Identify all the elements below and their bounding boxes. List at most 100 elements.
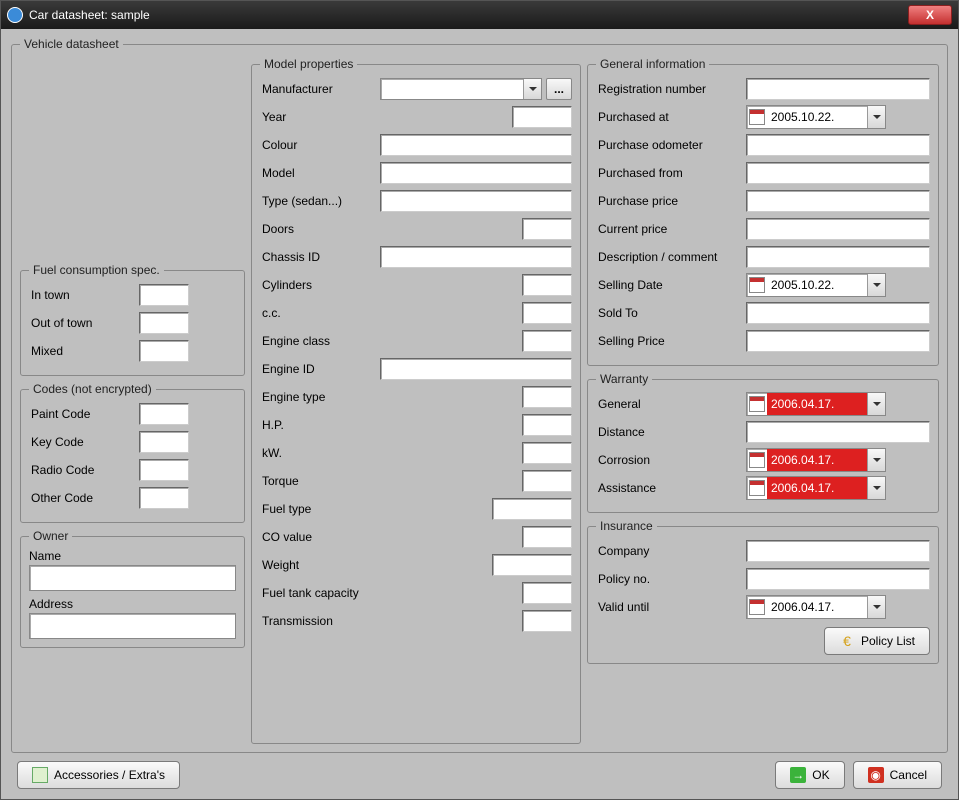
ok-label: OK: [812, 768, 829, 782]
owner-address-input[interactable]: [29, 613, 236, 639]
stop-icon: ◉: [868, 767, 884, 783]
accessories-button[interactable]: Accessories / Extra's: [17, 761, 180, 789]
cylinders-input[interactable]: [522, 274, 572, 296]
fuel-spec-legend: Fuel consumption spec.: [29, 263, 164, 277]
colour-label: Colour: [260, 138, 380, 152]
other-code-label: Other Code: [29, 491, 139, 505]
chassis-input[interactable]: [380, 246, 572, 268]
desc-comment-label: Description / comment: [596, 250, 746, 264]
vehicle-datasheet-group: Vehicle datasheet Fuel consumption spec.…: [11, 37, 948, 753]
co-label: CO value: [260, 530, 380, 544]
mixed-input[interactable]: [139, 340, 189, 362]
chevron-down-icon[interactable]: [867, 596, 885, 618]
chevron-down-icon[interactable]: [523, 79, 541, 99]
fuel-type-input[interactable]: [492, 498, 572, 520]
selling-price-input[interactable]: [746, 330, 930, 352]
warranty-assistance-date[interactable]: 2006.04.17.: [746, 476, 886, 500]
chevron-down-icon[interactable]: [867, 274, 885, 296]
engine-type-input[interactable]: [522, 386, 572, 408]
other-code-input[interactable]: [139, 487, 189, 509]
tank-input[interactable]: [522, 582, 572, 604]
desc-comment-input[interactable]: [746, 246, 930, 268]
sold-to-input[interactable]: [746, 302, 930, 324]
window: Car datasheet: sample X Vehicle datashee…: [0, 0, 959, 800]
selling-price-label: Selling Price: [596, 334, 746, 348]
engine-id-input[interactable]: [380, 358, 572, 380]
radio-code-input[interactable]: [139, 459, 189, 481]
co-input[interactable]: [522, 526, 572, 548]
warranty-distance-label: Distance: [596, 425, 746, 439]
out-of-town-input[interactable]: [139, 312, 189, 334]
engine-class-input[interactable]: [522, 330, 572, 352]
warranty-corrosion-date[interactable]: 2006.04.17.: [746, 448, 886, 472]
owner-group: Owner Name Address: [20, 529, 245, 648]
kw-input[interactable]: [522, 442, 572, 464]
policy-list-button[interactable]: €Policy List: [824, 627, 930, 655]
warranty-general-label: General: [596, 397, 746, 411]
selling-date-label: Selling Date: [596, 278, 746, 292]
purchase-odo-input[interactable]: [746, 134, 930, 156]
owner-legend: Owner: [29, 529, 72, 543]
doors-input[interactable]: [522, 218, 572, 240]
window-title: Car datasheet: sample: [29, 8, 908, 22]
model-name-input[interactable]: [380, 162, 572, 184]
type-input[interactable]: [380, 190, 572, 212]
valid-until-date[interactable]: 2006.04.17.: [746, 595, 886, 619]
chevron-down-icon[interactable]: [867, 393, 885, 415]
insurance-company-label: Company: [596, 544, 746, 558]
purchased-at-date[interactable]: 2005.10.22.: [746, 105, 886, 129]
purchased-from-input[interactable]: [746, 162, 930, 184]
cancel-button[interactable]: ◉Cancel: [853, 761, 942, 789]
titlebar: Car datasheet: sample X: [1, 1, 958, 29]
bottom-bar: Accessories / Extra's → OK ◉Cancel: [11, 753, 948, 791]
purchase-price-input[interactable]: [746, 190, 930, 212]
transmission-input[interactable]: [522, 610, 572, 632]
insurance-company-input[interactable]: [746, 540, 930, 562]
year-label: Year: [260, 110, 380, 124]
chevron-down-icon[interactable]: [867, 449, 885, 471]
list-icon: [32, 767, 48, 783]
chevron-down-icon[interactable]: [867, 477, 885, 499]
key-code-input[interactable]: [139, 431, 189, 453]
reg-number-input[interactable]: [746, 78, 930, 100]
general-info-legend: General information: [596, 57, 709, 71]
close-button[interactable]: X: [908, 5, 952, 25]
doors-label: Doors: [260, 222, 380, 236]
cc-input[interactable]: [522, 302, 572, 324]
mixed-label: Mixed: [29, 344, 139, 358]
year-input[interactable]: [512, 106, 572, 128]
middle-column: Model properties Manufacturer ...: [251, 57, 581, 744]
warranty-distance-input[interactable]: [746, 421, 930, 443]
content: Vehicle datasheet Fuel consumption spec.…: [1, 29, 958, 799]
calendar-icon: [749, 599, 765, 615]
owner-name-input[interactable]: [29, 565, 236, 591]
vehicle-datasheet-legend: Vehicle datasheet: [20, 37, 123, 51]
policy-no-input[interactable]: [746, 568, 930, 590]
current-price-input[interactable]: [746, 218, 930, 240]
arrow-right-icon: →: [790, 767, 806, 783]
paint-code-input[interactable]: [139, 403, 189, 425]
hp-input[interactable]: [522, 414, 572, 436]
torque-input[interactable]: [522, 470, 572, 492]
colour-input[interactable]: [380, 134, 572, 156]
owner-name-label: Name: [29, 549, 61, 563]
selling-date[interactable]: 2005.10.22.: [746, 273, 886, 297]
paint-code-label: Paint Code: [29, 407, 139, 421]
insurance-group: Insurance Company Policy no. Valid until…: [587, 519, 939, 664]
insurance-legend: Insurance: [596, 519, 657, 533]
engine-type-label: Engine type: [260, 390, 380, 404]
chevron-down-icon[interactable]: [867, 106, 885, 128]
calendar-icon: [749, 480, 765, 496]
hp-label: H.P.: [260, 418, 380, 432]
manufacturer-browse-button[interactable]: ...: [546, 78, 572, 100]
manufacturer-dropdown[interactable]: [380, 78, 542, 100]
weight-input[interactable]: [492, 554, 572, 576]
selling-date-value: 2005.10.22.: [767, 274, 867, 296]
in-town-input[interactable]: [139, 284, 189, 306]
warranty-assistance-value: 2006.04.17.: [767, 477, 867, 499]
purchased-at-value: 2005.10.22.: [767, 106, 867, 128]
warranty-general-date[interactable]: 2006.04.17.: [746, 392, 886, 416]
calendar-icon: [749, 277, 765, 293]
calendar-icon: [749, 109, 765, 125]
ok-button[interactable]: → OK: [775, 761, 844, 789]
